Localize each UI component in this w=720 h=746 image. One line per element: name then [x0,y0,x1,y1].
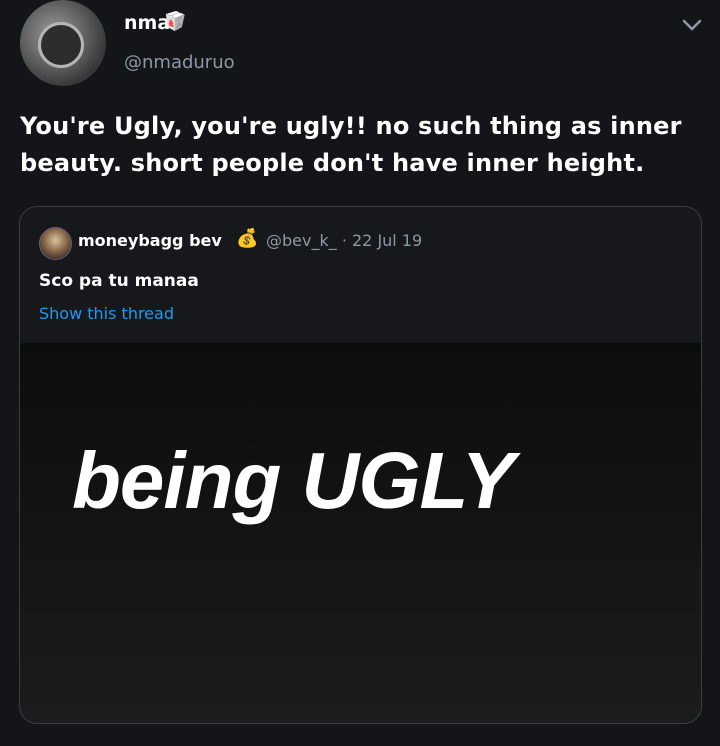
money-bag-emoji-icon: 💰 [236,228,259,249]
quoted-author-display-name[interactable]: moneybagg bev [78,231,222,250]
takeout-box-emoji-icon: 🥡 [164,11,187,32]
chevron-down-icon-svg [682,19,702,31]
tweet: nma 🥡 @nmaduruo You're Ugly, you're ugly… [0,0,720,746]
quoted-author-avatar[interactable] [39,227,72,260]
author-handle[interactable]: @nmaduruo [124,52,235,73]
quoted-tweet-media[interactable]: being UGLY [20,343,701,723]
author-avatar[interactable] [20,0,106,86]
media-caption-text: being UGLY [72,436,515,525]
tweet-text: You're Ugly, you're ugly!! no such thing… [20,112,682,177]
show-thread-link[interactable]: Show this thread [39,304,174,323]
chevron-down-icon[interactable] [679,12,705,38]
avatar-photo [38,22,84,68]
quoted-tweet-card[interactable]: moneybagg bev 💰 @bev_k_ · 22 Jul 19 Sco … [19,206,702,724]
quoted-tweet-text: Sco pa tu manaa [39,271,199,291]
quoted-author-handle-date: @bev_k_ · 22 Jul 19 [266,231,423,250]
